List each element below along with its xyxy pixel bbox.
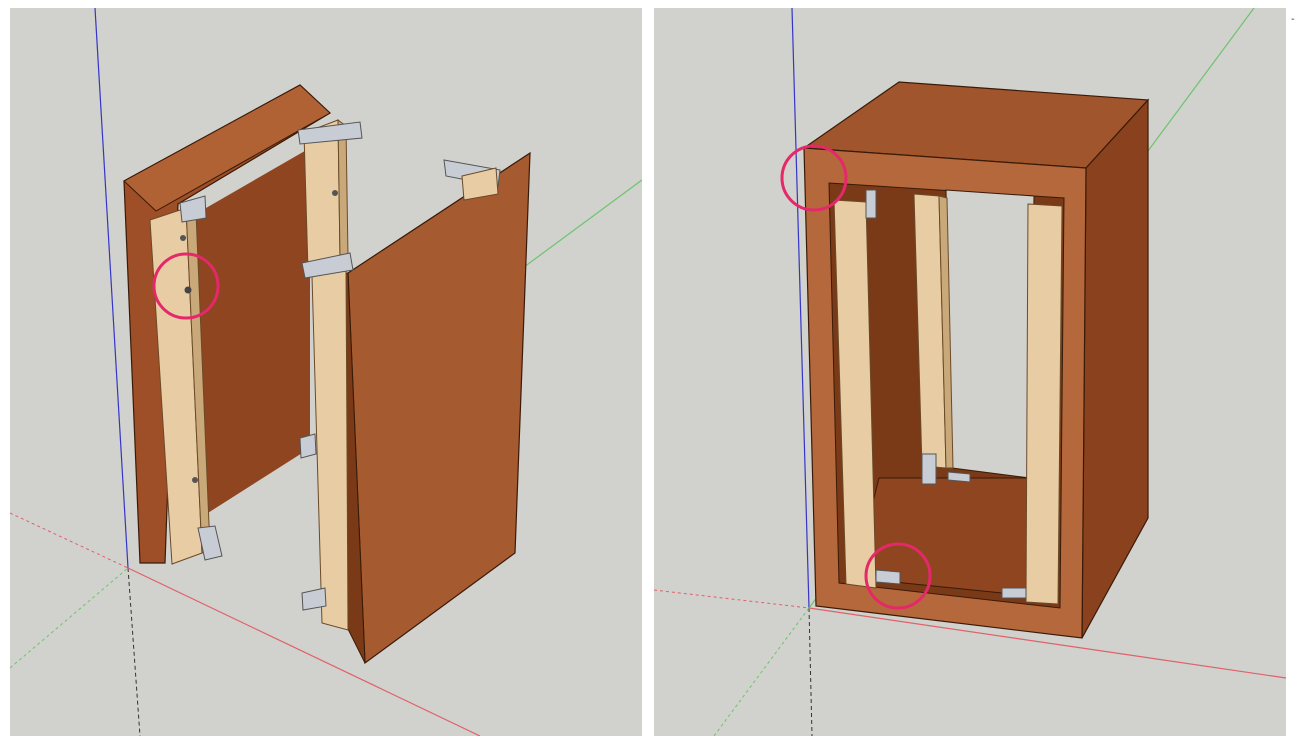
right-lower-bracket	[1001, 587, 1027, 599]
left-stud-screw-low	[192, 477, 198, 483]
back-lower-bracket-b	[947, 471, 971, 483]
left-viewport[interactable]	[10, 8, 642, 736]
front-lower-bracket	[875, 569, 901, 585]
interior-opening	[945, 189, 1035, 479]
right-front-stud	[1025, 203, 1063, 605]
exploded-cabinet-drawing	[10, 8, 642, 736]
left-upper-bracket	[865, 189, 877, 219]
corner-mark: -	[1291, 14, 1295, 25]
back-center-stud-side	[337, 118, 349, 259]
left-stud-screw-top	[180, 235, 186, 241]
back-lower-bracket	[299, 433, 317, 459]
back-lower-bracket-a	[921, 453, 937, 485]
right-viewport[interactable]	[654, 8, 1286, 736]
assembled-cabinet-drawing	[654, 8, 1286, 736]
back-center-screw	[332, 190, 338, 196]
left-stud-screw-mid	[184, 286, 192, 294]
